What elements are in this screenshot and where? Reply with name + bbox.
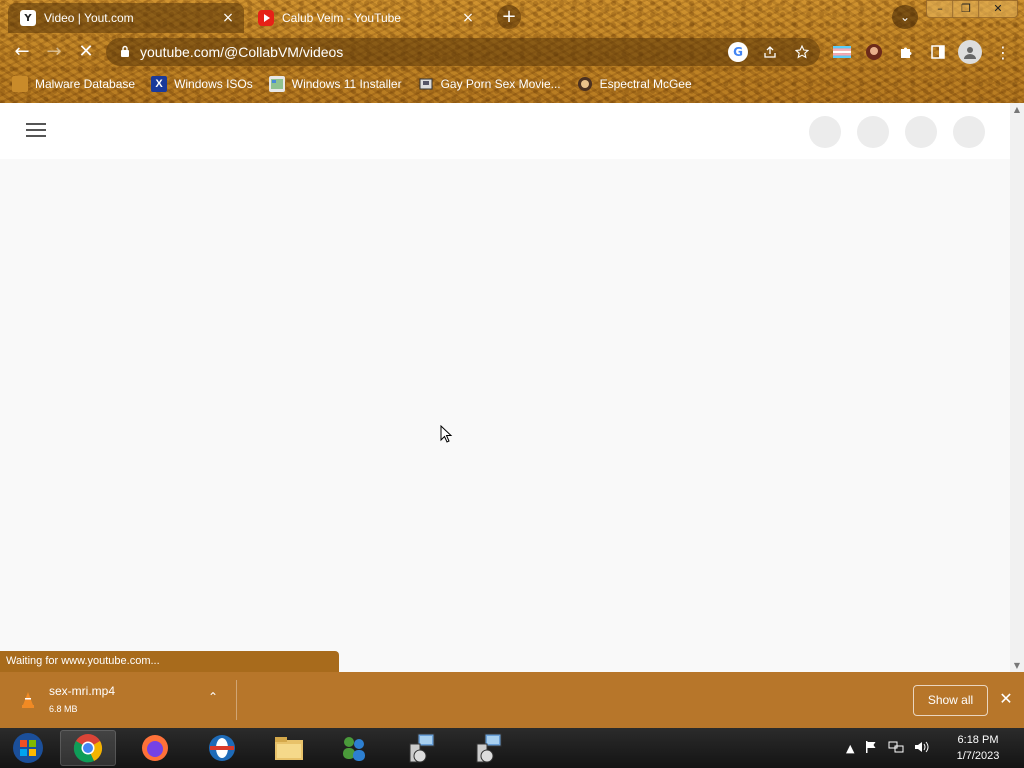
avatar-icon: [577, 76, 593, 92]
download-shelf: sex-mri.mp4 6.8 MB ⌃ Show all ✕: [0, 672, 1024, 728]
bookmark-espectral-mcgee[interactable]: Espectral McGee: [577, 76, 692, 92]
taskbar-file-explorer[interactable]: [261, 730, 317, 766]
bookmark-label: Malware Database: [35, 77, 136, 91]
loading-placeholder: [905, 116, 937, 148]
show-all-button[interactable]: Show all: [913, 685, 988, 716]
vlc-file-icon[interactable]: [18, 690, 38, 710]
google-lens-icon[interactable]: G: [728, 42, 748, 62]
bookmark-windows-11-installer[interactable]: Windows 11 Installer: [268, 76, 402, 92]
tab-title: Video | Yout.com: [44, 11, 134, 25]
bookmark-star-icon[interactable]: [792, 42, 812, 62]
malware-icon: [12, 76, 28, 92]
window-close-button[interactable]: ✕: [978, 0, 1018, 18]
clock-date: 1/7/2023: [956, 750, 1000, 762]
folder-icon: [275, 737, 303, 760]
chrome-icon: [73, 734, 103, 763]
loading-placeholder: [857, 116, 889, 148]
youtube-header: [0, 103, 1010, 159]
opera-icon: [209, 735, 235, 761]
flag-extension-icon[interactable]: [831, 41, 853, 63]
start-button[interactable]: [0, 730, 56, 766]
youtube-favicon-icon: [258, 10, 274, 26]
setup-icon: [409, 733, 435, 763]
profile-icon[interactable]: [958, 40, 982, 64]
screen: Y Video | Yout.com × Calub Veim - YouTub…: [0, 0, 1024, 768]
close-icon[interactable]: ×: [458, 10, 478, 26]
bookmark-label: Windows ISOs: [174, 77, 253, 91]
setup-icon: [476, 733, 502, 763]
tab-title: Calub Veim - YouTube: [282, 11, 401, 25]
clock[interactable]: 6:18 PM 1/7/2023: [940, 732, 1016, 764]
download-size: 6.8 MB: [49, 704, 78, 714]
installer-icon: [268, 76, 285, 92]
taskbar-chrome[interactable]: [60, 730, 116, 766]
share-icon[interactable]: [760, 42, 780, 62]
status-text: Waiting for www.youtube.com...: [0, 651, 339, 672]
taskbar-messenger[interactable]: [326, 730, 382, 766]
bookmark-label: Windows 11 Installer: [291, 77, 402, 91]
firefox-icon: [142, 735, 168, 761]
taskbar-setup-1[interactable]: [394, 730, 450, 766]
taskbar-setup-2[interactable]: [461, 730, 517, 766]
divider: [236, 680, 237, 720]
scroll-up-arrow-icon[interactable]: ▲: [1010, 105, 1024, 114]
taskbar: ▲ 6:18 PM 1/7/2023: [0, 728, 1024, 768]
bookmark-malware-database[interactable]: Malware Database: [12, 76, 135, 92]
disk-icon: [418, 76, 434, 92]
loading-placeholder: [953, 116, 985, 148]
url-text[interactable]: youtube.com/@CollabVM/videos: [140, 44, 343, 60]
tab-search-button[interactable]: ⌄: [892, 5, 918, 29]
avatar-extension-icon[interactable]: [863, 41, 885, 63]
bookmark-gay-porn-sex-movie[interactable]: Gay Porn Sex Movie...: [418, 76, 561, 92]
browser-chrome: Y Video | Yout.com × Calub Veim - YouTub…: [0, 0, 1024, 103]
new-tab-button[interactable]: +: [497, 5, 521, 29]
maximize-button[interactable]: ❐: [952, 0, 980, 18]
network-icon[interactable]: [888, 740, 904, 757]
lock-icon[interactable]: [120, 45, 130, 60]
taskbar-opera[interactable]: [194, 730, 250, 766]
stop-loading-button[interactable]: ✕: [74, 40, 98, 64]
back-button[interactable]: ←: [10, 40, 34, 64]
menu-kebab-icon[interactable]: ⋮: [992, 41, 1014, 63]
clock-time: 6:18 PM: [957, 734, 999, 746]
taskbar-firefox[interactable]: [127, 730, 183, 766]
minimize-button[interactable]: –: [926, 0, 954, 18]
loading-placeholder: [809, 116, 841, 148]
close-icon[interactable]: ✕: [996, 689, 1016, 708]
bookmarks-bar: Malware Database X Windows ISOs Windows …: [12, 74, 692, 94]
side-panel-icon[interactable]: [927, 41, 949, 63]
forward-button[interactable]: →: [42, 40, 66, 64]
windows-orb-icon: [13, 733, 43, 763]
x-icon: X: [151, 76, 168, 92]
bookmark-label: Espectral McGee: [599, 77, 692, 91]
download-filename[interactable]: sex-mri.mp4: [49, 684, 115, 698]
extensions-puzzle-icon[interactable]: [895, 41, 917, 63]
action-center-flag-icon[interactable]: [864, 740, 878, 757]
yout-favicon-icon: Y: [20, 10, 36, 26]
scroll-down-arrow-icon[interactable]: ▼: [1010, 661, 1024, 670]
chevron-up-icon[interactable]: ⌃: [203, 690, 223, 704]
close-icon[interactable]: ×: [218, 10, 238, 26]
system-tray: ▲: [846, 728, 930, 768]
address-bar[interactable]: youtube.com/@CollabVM/videos G: [106, 38, 820, 66]
tab-youtube[interactable]: Calub Veim - YouTube ×: [248, 3, 484, 33]
tab-yout[interactable]: Y Video | Yout.com ×: [8, 3, 244, 33]
volume-icon[interactable]: [914, 740, 930, 757]
scrollbar[interactable]: ▲ ▼: [1010, 103, 1024, 672]
bookmark-label: Gay Porn Sex Movie...: [440, 77, 561, 91]
mouse-cursor-icon: [440, 425, 453, 443]
bookmark-windows-isos[interactable]: X Windows ISOs: [151, 76, 253, 92]
messenger-icon: [343, 737, 365, 761]
show-hidden-icons-icon[interactable]: ▲: [846, 742, 854, 755]
hamburger-menu-icon[interactable]: [26, 123, 46, 137]
web-page: [0, 103, 1010, 672]
